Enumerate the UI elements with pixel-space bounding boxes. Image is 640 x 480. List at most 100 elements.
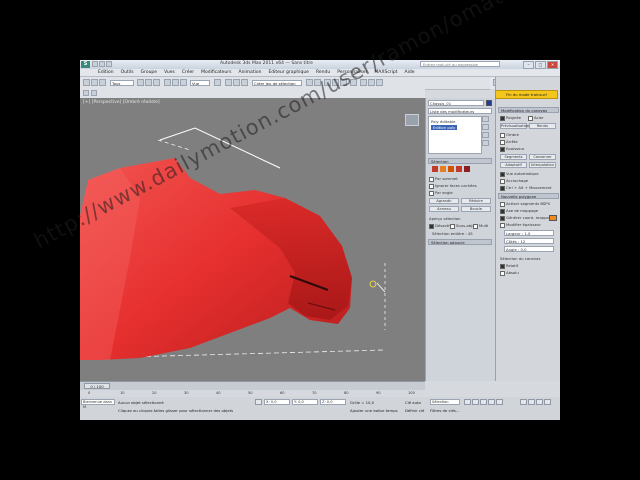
preview-button[interactable]: Prévisualisation xyxy=(500,123,529,129)
polygon-mode-icon[interactable] xyxy=(456,166,462,172)
vertex-mode-icon[interactable] xyxy=(432,166,438,172)
menu-item[interactable]: Vues xyxy=(164,70,175,75)
pan-icon[interactable] xyxy=(528,399,535,405)
menu-item[interactable]: Personnaliser xyxy=(337,70,367,75)
go-end-icon[interactable] xyxy=(496,399,503,405)
time-slider[interactable]: 0 / 100 xyxy=(84,383,110,389)
perspective-viewport[interactable]: [+] [Perspective] [Ombré réaliste] xyxy=(80,98,425,381)
menu-item[interactable]: Editeur graphique xyxy=(268,70,309,75)
loop-button[interactable]: Boucle xyxy=(461,206,491,212)
polygon-check[interactable]: Activer segments BSPV xyxy=(500,201,550,207)
prev-frame-icon[interactable] xyxy=(472,399,479,405)
maximize-icon[interactable]: □ xyxy=(535,61,546,69)
rotate-icon[interactable] xyxy=(172,79,179,86)
region-select-icon[interactable] xyxy=(153,79,160,86)
border-mode-icon[interactable] xyxy=(448,166,454,172)
render-setup-icon[interactable] xyxy=(360,79,367,86)
sel-option[interactable]: Par angle xyxy=(429,190,453,196)
absolute-option[interactable]: Absolu xyxy=(500,270,519,276)
modifier-stack[interactable]: Poly éditable Edition poly xyxy=(428,116,482,154)
element-mode-icon[interactable] xyxy=(464,166,470,172)
render-frame-icon[interactable] xyxy=(368,79,375,86)
canvas-option[interactable]: Ombre xyxy=(500,132,519,138)
open-file-icon[interactable] xyxy=(99,61,105,67)
segments-button[interactable]: Segments xyxy=(500,154,527,160)
ribbon-tab-icon[interactable] xyxy=(91,90,97,96)
pivot-icon[interactable] xyxy=(214,79,221,86)
canvas-option[interactable]: Vue automatique xyxy=(500,171,539,177)
canvas-option[interactable]: Epaisseur xyxy=(500,146,524,152)
stack-unique-icon[interactable] xyxy=(482,132,489,138)
canvas-option[interactable]: Poignée xyxy=(500,115,521,121)
grow-button[interactable]: Agrandir xyxy=(429,198,459,204)
angle-spinner[interactable]: Angle : 0.0 xyxy=(504,246,554,252)
angle-snap-icon[interactable] xyxy=(233,79,240,86)
next-frame-icon[interactable] xyxy=(488,399,495,405)
maximize-viewport-icon[interactable] xyxy=(544,399,551,405)
render-button[interactable]: Rendu xyxy=(529,123,556,129)
polygon-check[interactable]: Modifier épaisseur xyxy=(500,222,541,228)
selection-filter-select[interactable]: Tous xyxy=(110,80,134,86)
object-name-field[interactable]: Chassis_01 xyxy=(428,100,484,106)
app-logo-icon[interactable]: S xyxy=(81,61,90,68)
ring-button[interactable]: Anneau xyxy=(429,206,459,212)
render-icon[interactable] xyxy=(376,79,383,86)
redo-icon[interactable] xyxy=(91,79,98,86)
coord-z-field[interactable]: Z: 0,0 xyxy=(320,399,346,405)
polygon-check[interactable]: Axe de mappage xyxy=(500,208,538,214)
key-filters-button[interactable]: Filtres de clés... xyxy=(430,408,460,413)
material-editor-icon[interactable] xyxy=(350,79,357,86)
ribbon-toggle-icon[interactable] xyxy=(83,90,89,96)
select-by-name-icon[interactable] xyxy=(145,79,152,86)
stack-remove-icon[interactable] xyxy=(482,140,489,146)
color-swatch-orange[interactable] xyxy=(549,215,557,221)
preview-option[interactable]: Multi xyxy=(473,223,488,229)
interpolation-button[interactable]: Interpolation xyxy=(529,162,556,168)
rollout-selection-header[interactable]: Sélection xyxy=(428,158,492,164)
shrink-button[interactable]: Réduire xyxy=(461,198,491,204)
curve-editor-icon[interactable] xyxy=(332,79,339,86)
keep-button[interactable]: Conserver xyxy=(529,154,556,160)
orbit-icon[interactable] xyxy=(536,399,543,405)
go-start-icon[interactable] xyxy=(464,399,471,405)
end-surface-mode-button[interactable]: Fin du mode trainsurf xyxy=(495,90,558,99)
canvas-option[interactable]: Accrochage xyxy=(500,178,528,184)
menu-item[interactable]: Rendu xyxy=(316,70,330,75)
canvas-option[interactable]: Acier xyxy=(528,115,544,121)
layer-icon[interactable] xyxy=(324,79,331,86)
minimize-icon[interactable]: – xyxy=(523,61,534,69)
named-selection-select[interactable]: Créer jeu de sélection xyxy=(252,80,302,86)
canvas-header[interactable]: Modification du canevas xyxy=(498,107,559,113)
menu-item[interactable]: Animation xyxy=(238,70,261,75)
menu-item[interactable]: Créer xyxy=(182,70,194,75)
search-input[interactable]: Entrez mot-clé ou expression xyxy=(420,61,500,67)
canvas-option[interactable]: Ctrl + Alt + Mouvement xyxy=(500,185,552,191)
relative-option[interactable]: Relatif xyxy=(500,263,518,269)
sides-spinner[interactable]: Côtés : 12 xyxy=(504,238,554,244)
edge-mode-icon[interactable] xyxy=(440,166,446,172)
scale-icon[interactable] xyxy=(180,79,187,86)
sel-option[interactable]: Ignorer faces cachées xyxy=(429,183,477,189)
coord-x-field[interactable]: X: 0,0 xyxy=(264,399,290,405)
set-key-label[interactable]: Définir clé xyxy=(405,408,424,413)
menu-item[interactable]: MAXScript xyxy=(374,70,397,75)
link-icon[interactable] xyxy=(99,79,106,86)
undo-icon[interactable] xyxy=(83,79,90,86)
width-spinner[interactable]: Largeur : 1.0 xyxy=(504,230,554,236)
lock-selection-icon[interactable] xyxy=(255,399,262,405)
sel-option[interactable]: Par sommet xyxy=(429,176,458,182)
align-icon[interactable] xyxy=(314,79,321,86)
save-file-icon[interactable] xyxy=(106,61,112,67)
menu-item[interactable]: Aide xyxy=(405,70,415,75)
canvas-option[interactable]: Arrête xyxy=(500,139,518,145)
zoom-icon[interactable] xyxy=(520,399,527,405)
modifier-list-dropdown[interactable]: Liste des modificateurs xyxy=(428,108,492,114)
select-object-icon[interactable] xyxy=(137,79,144,86)
adaptive-button[interactable]: Adaptatif xyxy=(500,162,527,168)
maxscript-listener[interactable]: Bienvenue dans M xyxy=(81,399,115,409)
play-icon[interactable] xyxy=(480,399,487,405)
percent-snap-icon[interactable] xyxy=(241,79,248,86)
stack-show-icon[interactable] xyxy=(482,124,489,130)
menu-item[interactable]: Modificateurs xyxy=(201,70,231,75)
stack-item[interactable]: Poly éditable xyxy=(431,119,455,124)
